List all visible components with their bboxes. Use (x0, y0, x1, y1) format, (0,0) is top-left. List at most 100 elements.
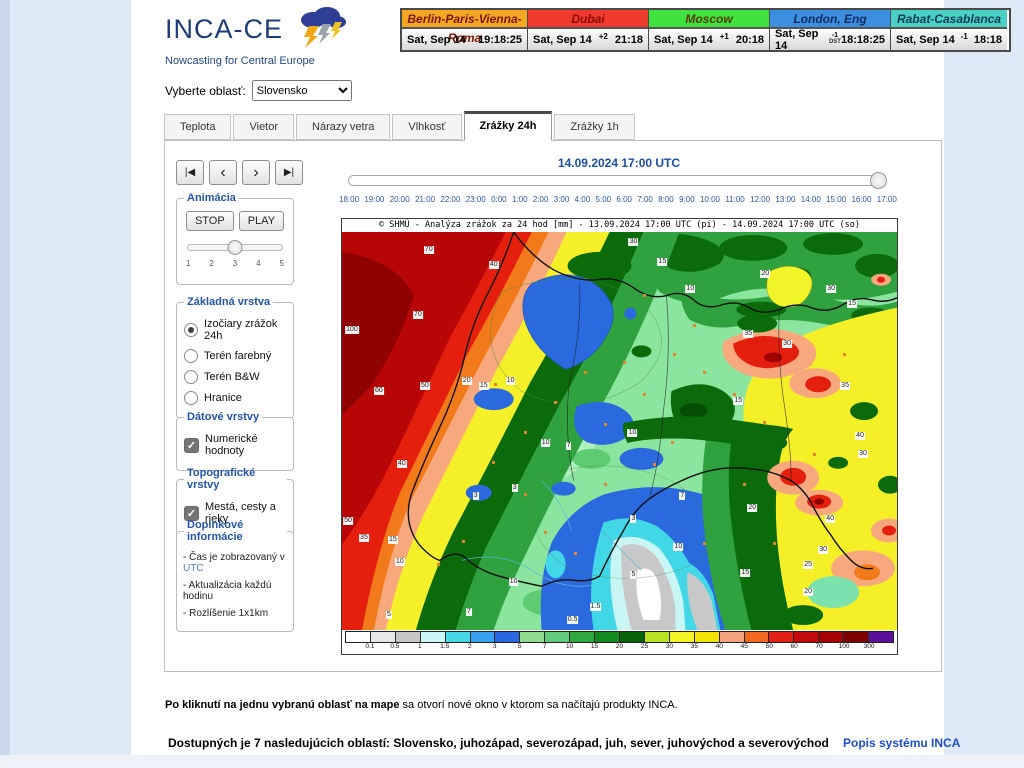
data-layers-panel: Dátové vrstvy ✓Numerické hodnoty (176, 411, 294, 471)
contour-label: 3 (631, 515, 637, 523)
town-marker (643, 393, 646, 396)
town-marker (743, 483, 746, 486)
storm-cloud-lightning-icon (291, 6, 349, 53)
radio-icon[interactable] (184, 370, 198, 384)
contour-label: 10 (541, 439, 551, 447)
clock-city-label: Moscow (649, 10, 769, 29)
radio-icon[interactable] (184, 323, 198, 337)
town-marker (604, 423, 607, 426)
contour-label: 25 (803, 561, 813, 569)
region-select-label: Vyberte oblasť: (165, 84, 246, 98)
contour-label: 1.5 (590, 603, 602, 611)
time-tick: 6:00 (616, 195, 632, 204)
clock-date: Sat, Sep 14 (896, 34, 955, 46)
stop-button[interactable]: STOP (186, 211, 234, 231)
option-label: Izočiary zrážok 24h (204, 318, 286, 342)
clock-column-1: DubaiSat, Sep 14+221:18 (527, 10, 648, 50)
base-layer-option[interactable]: Izočiary zrážok 24h (184, 318, 286, 342)
speed-scale-label: 3 (233, 259, 237, 268)
precipitation-map[interactable]: 7040701006050201510301510203015353035151… (342, 232, 897, 630)
contour-label: 40 (855, 432, 865, 440)
tab-zr-ky-24h[interactable]: Zrážky 24h (464, 111, 553, 141)
layer-option[interactable]: ✓Numerické hodnoty (184, 433, 286, 457)
frame-player: |◀ ‹ › ▶| (176, 160, 308, 185)
time-tick: 7:00 (637, 195, 653, 204)
timeline-slider[interactable] (348, 175, 885, 186)
precipitation-map-box: © SHMÚ - Analýza zrážok za 24 hod [mm] -… (341, 218, 898, 655)
clock-time-value: 20:18 (736, 34, 764, 46)
clock-time-value: 21:18 (615, 34, 643, 46)
contour-label: 3 (473, 492, 479, 500)
contour-label: 20 (747, 504, 757, 512)
topo-layers-legend: Topografické vrstvy (184, 467, 287, 491)
color-scale: 0.10.511.5235710152025303540455060701003… (345, 631, 894, 652)
tab-vietor[interactable]: Vietor (233, 114, 294, 140)
scale-color-segment (645, 632, 670, 642)
inca-system-description-link[interactable]: Popis systému INCA (843, 736, 960, 750)
timeline-slider-handle[interactable] (870, 172, 887, 189)
time-tick: 12:00 (750, 195, 770, 204)
tab-vlhkos-[interactable]: Vlhkosť (392, 114, 461, 140)
tab-n-razy-vetra[interactable]: Nárazy vetra (296, 114, 390, 140)
speed-scale-label: 1 (186, 259, 190, 268)
contour-label: 20 (760, 270, 770, 278)
speed-scale-label: 2 (209, 259, 213, 268)
town-marker (703, 371, 706, 374)
town-marker (524, 493, 527, 496)
scale-color-segment (595, 632, 620, 642)
scale-color-segment (396, 632, 421, 642)
time-tick: 8:00 (658, 195, 674, 204)
available-regions-text: Dostupných je 7 nasledujúcich oblastí: S… (168, 736, 829, 750)
first-frame-button[interactable]: |◀ (176, 160, 204, 185)
play-button[interactable]: PLAY (239, 211, 284, 231)
scale-tick-label: 70 (816, 643, 823, 650)
time-tick: 14:00 (801, 195, 821, 204)
clock-time-value: 18:18 (974, 34, 1002, 46)
contour-label: 15 (388, 536, 398, 544)
scale-color-segment (620, 632, 645, 642)
last-frame-button[interactable]: ▶| (275, 160, 303, 185)
region-select[interactable]: Slovensko (252, 80, 352, 101)
radio-icon[interactable] (184, 349, 198, 363)
animation-speed-slider[interactable] (187, 244, 283, 251)
radio-icon[interactable] (184, 391, 198, 405)
extra-info-panel: Doplnkové informácie - Čas je zobrazovan… (176, 519, 294, 632)
scale-tick-label: 2 (468, 643, 472, 650)
base-layer-option[interactable]: Terén farebný (184, 349, 286, 363)
scale-tick-label: 0.1 (365, 643, 374, 650)
town-marker (673, 353, 676, 356)
scale-tick-label: 7 (543, 643, 547, 650)
time-tick: 21:00 (415, 195, 435, 204)
contour-label: 100 (345, 326, 359, 334)
base-layer-option[interactable]: Terén B&W (184, 370, 286, 384)
product-tabs: TeplotaVietorNárazy vetraVlhkosťZrážky 2… (164, 114, 637, 141)
clock-time-row: Sat, Sep 14-118:18 (891, 29, 1007, 50)
clock-date: Sat, Sep 14 (654, 34, 713, 46)
base-layer-option[interactable]: Hranice (184, 391, 286, 405)
clock-time-row: Sat, Sep 14+120:18 (649, 29, 769, 50)
speed-slider-handle[interactable] (228, 240, 243, 255)
contour-label: 50 (420, 382, 430, 390)
scale-tick-label: 30 (666, 643, 673, 650)
next-frame-button[interactable]: › (242, 160, 270, 185)
time-tick: 3:00 (554, 195, 570, 204)
option-label: Hranice (204, 392, 242, 404)
tab-teplota[interactable]: Teplota (164, 114, 231, 140)
tab-zr-ky-1h[interactable]: Zrážky 1h (554, 114, 634, 140)
clock-city-label: London, Eng (770, 10, 890, 29)
utc-link[interactable]: UTC (183, 563, 204, 574)
contour-label: 35 (743, 330, 753, 338)
scale-tick-label: 40 (716, 643, 723, 650)
clock-city-label: Dubai (528, 10, 648, 29)
contour-label: 15 (658, 258, 668, 266)
base-layer-legend: Základná vrstva (184, 296, 273, 308)
data-layers-legend: Dátové vrstvy (184, 411, 262, 423)
contour-label: 20 (462, 377, 472, 385)
contour-label: 10 (506, 377, 516, 385)
previous-frame-button[interactable]: ‹ (209, 160, 237, 185)
checkbox-icon[interactable]: ✓ (184, 438, 199, 453)
contour-label: 10 (395, 558, 405, 566)
town-marker (671, 441, 674, 444)
scale-color-segment (520, 632, 545, 642)
clock-date: Sat, Sep 14 (407, 34, 466, 46)
